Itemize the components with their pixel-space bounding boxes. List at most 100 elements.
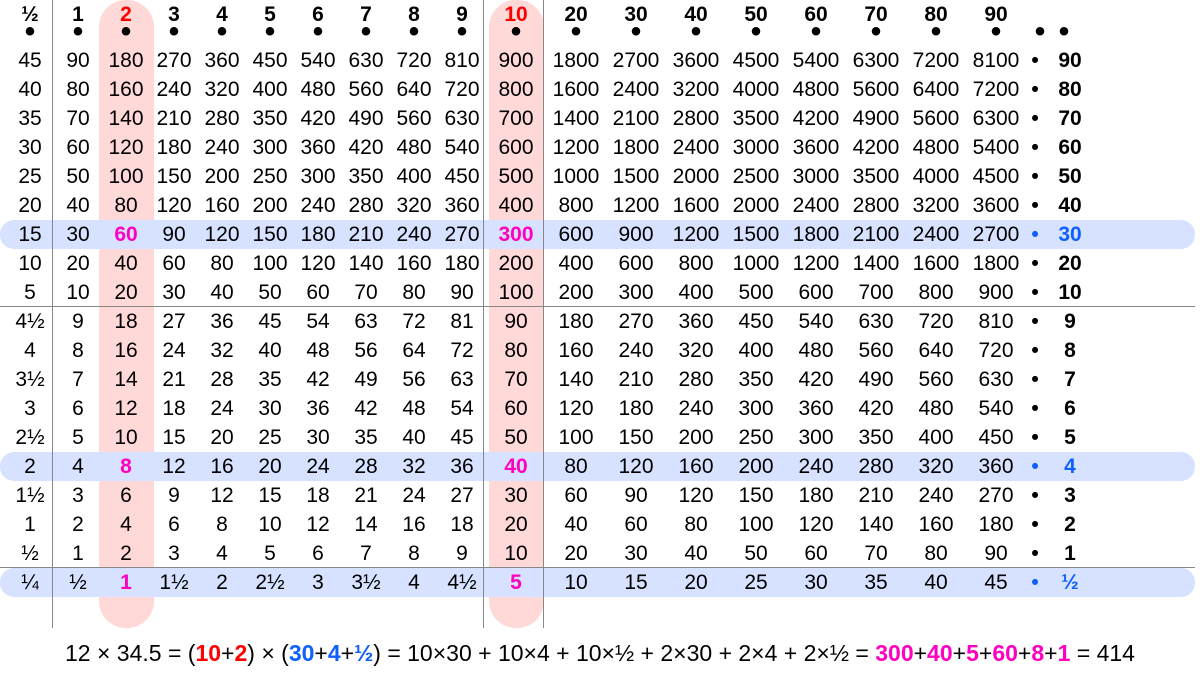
table-cell: 3600 [966, 191, 1026, 220]
row-label: 80 [1044, 75, 1096, 104]
table-cell: 600 [486, 133, 546, 162]
row-dot: • [1026, 423, 1044, 452]
row-dot: • [1026, 539, 1044, 568]
table-cell: 210 [150, 104, 198, 133]
row-label: ½ [1044, 568, 1096, 597]
table-cell: 30 [150, 278, 198, 307]
table-cell: 36 [294, 394, 342, 423]
table-cell: 27 [150, 307, 198, 336]
table-cell: 1000 [546, 162, 606, 191]
table-cell: 120 [198, 220, 246, 249]
table-cell: 40 [546, 510, 606, 539]
table-cell: 3000 [786, 162, 846, 191]
table-cell: 9 [438, 539, 486, 568]
table-cell: 400 [726, 336, 786, 365]
table-cell: 160 [666, 452, 726, 481]
table-cell: 90 [486, 307, 546, 336]
table-cell: 80 [54, 75, 102, 104]
table-cell: 140 [102, 104, 150, 133]
table-cell: 720 [438, 75, 486, 104]
table-cell: 63 [342, 307, 390, 336]
table-cell: 2800 [846, 191, 906, 220]
table-cell: 350 [846, 423, 906, 452]
row-label: 20 [1044, 249, 1096, 278]
table-cell: 200 [486, 249, 546, 278]
row-dot: • [1026, 481, 1044, 510]
table-cell: 60 [786, 539, 846, 568]
table-cell: 360 [198, 46, 246, 75]
table-cell: 70 [846, 539, 906, 568]
row-dot: • [1026, 510, 1044, 539]
table-cell: 15 [150, 423, 198, 452]
table-cell: 20 [486, 510, 546, 539]
table-cell: 180 [606, 394, 666, 423]
table-cell: 280 [198, 104, 246, 133]
table-cell: 540 [294, 46, 342, 75]
table-cell: 70 [54, 104, 102, 133]
table-cell: 1200 [666, 220, 726, 249]
table-cell: 36 [198, 307, 246, 336]
table-cell: 280 [666, 365, 726, 394]
table-cell: 50 [54, 162, 102, 191]
table-cell: 100 [102, 162, 150, 191]
table-cell: 560 [342, 75, 390, 104]
table-cell: 36 [438, 452, 486, 481]
table-cell: 360 [438, 191, 486, 220]
table-cell: 1200 [546, 133, 606, 162]
table-cell: 270 [966, 481, 1026, 510]
table-cell: 9 [54, 307, 102, 336]
table-cell: 35 [246, 365, 294, 394]
table-cell: 72 [438, 336, 486, 365]
table-cell: 1 [102, 568, 150, 597]
row-dot: • [1026, 394, 1044, 423]
table-cell: 10 [54, 278, 102, 307]
table-cell: 40 [102, 249, 150, 278]
table-cell: 81 [438, 307, 486, 336]
table-cell: ¼ [6, 568, 54, 597]
table-cell: 28 [342, 452, 390, 481]
table-cell: 600 [546, 220, 606, 249]
table-cell: 240 [906, 481, 966, 510]
row-dot: • [1026, 220, 1044, 249]
table-cell: 2½ [246, 568, 294, 597]
row-label: 7 [1044, 365, 1096, 394]
table-cell: 8100 [966, 46, 1026, 75]
table-cell: 100 [546, 423, 606, 452]
table-cell: 35 [846, 568, 906, 597]
table-cell: 72 [390, 307, 438, 336]
table-cell: 3500 [846, 162, 906, 191]
table-cell: ½ [6, 539, 54, 568]
table-cell: 24 [198, 394, 246, 423]
table-cell: 630 [846, 307, 906, 336]
table-cell: 900 [606, 220, 666, 249]
table-cell: 4000 [726, 75, 786, 104]
table-cell: 5 [6, 278, 54, 307]
table-cell: 2700 [966, 220, 1026, 249]
table-cell: 600 [606, 249, 666, 278]
table-cell: 4½ [6, 307, 54, 336]
table-cell: 160 [390, 249, 438, 278]
table-cell: 25 [246, 423, 294, 452]
table-cell: 30 [6, 133, 54, 162]
table-cell: 10 [6, 249, 54, 278]
table-cell: 1500 [606, 162, 666, 191]
table-cell: 30 [54, 220, 102, 249]
table-cell: 60 [546, 481, 606, 510]
table-cell: 540 [966, 394, 1026, 423]
table-cell: 3 [54, 481, 102, 510]
table-cell: 30 [606, 539, 666, 568]
table-cell: 5400 [966, 133, 1026, 162]
row-dot: • [1026, 104, 1044, 133]
table-cell: 1½ [6, 481, 54, 510]
table-cell: 20 [6, 191, 54, 220]
table-cell: 500 [486, 162, 546, 191]
table-cell: 60 [294, 278, 342, 307]
table-cell: 250 [726, 423, 786, 452]
table-cell: 480 [390, 133, 438, 162]
table-cell: 4200 [846, 133, 906, 162]
table-cell: 32 [198, 336, 246, 365]
table-cell: 6 [150, 510, 198, 539]
table-cell: 9 [150, 481, 198, 510]
table-cell: 120 [546, 394, 606, 423]
table-cell: 300 [606, 278, 666, 307]
